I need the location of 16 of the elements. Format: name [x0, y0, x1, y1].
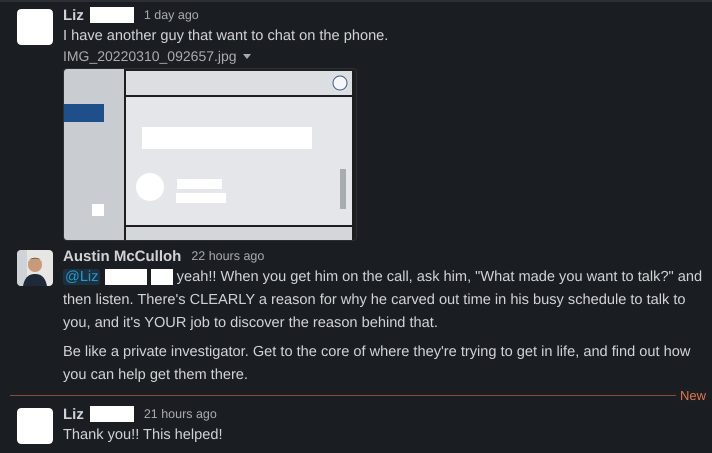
author-name[interactable]: Liz: [63, 406, 84, 422]
file-name[interactable]: IMG_20220310_092657.jpg: [63, 48, 237, 64]
timestamp[interactable]: 1 day ago: [144, 8, 199, 22]
message-text: Thank you!! This helped!: [63, 426, 224, 445]
new-messages-label: New: [678, 388, 706, 402]
user-mention[interactable]: @Liz: [63, 269, 100, 285]
timestamp[interactable]: 21 hours ago: [144, 407, 217, 421]
timestamp[interactable]: 22 hours ago: [191, 249, 264, 263]
redaction-block: [150, 269, 173, 286]
redaction-block: [104, 269, 147, 286]
message-text: @Liz yeah!! When you get him on the call, ask him, "What made you want to talk?" and then listen. There's CLEARLY a reason for why he carved out time in his busy schedule to talk to you, and it's YOUR job to discover the reason behind that.: [63, 268, 704, 333]
message-text: Be like a private investigator. Get to the core of where they're trying to get in life, and find out how you can help get them there.: [63, 343, 692, 385]
message-text: I have another guy that want to chat on the phone.: [63, 27, 390, 46]
caret-icon[interactable]: [242, 54, 251, 58]
author-name[interactable]: Austin McCulloh: [63, 248, 182, 264]
author-name[interactable]: Liz: [63, 6, 84, 24]
